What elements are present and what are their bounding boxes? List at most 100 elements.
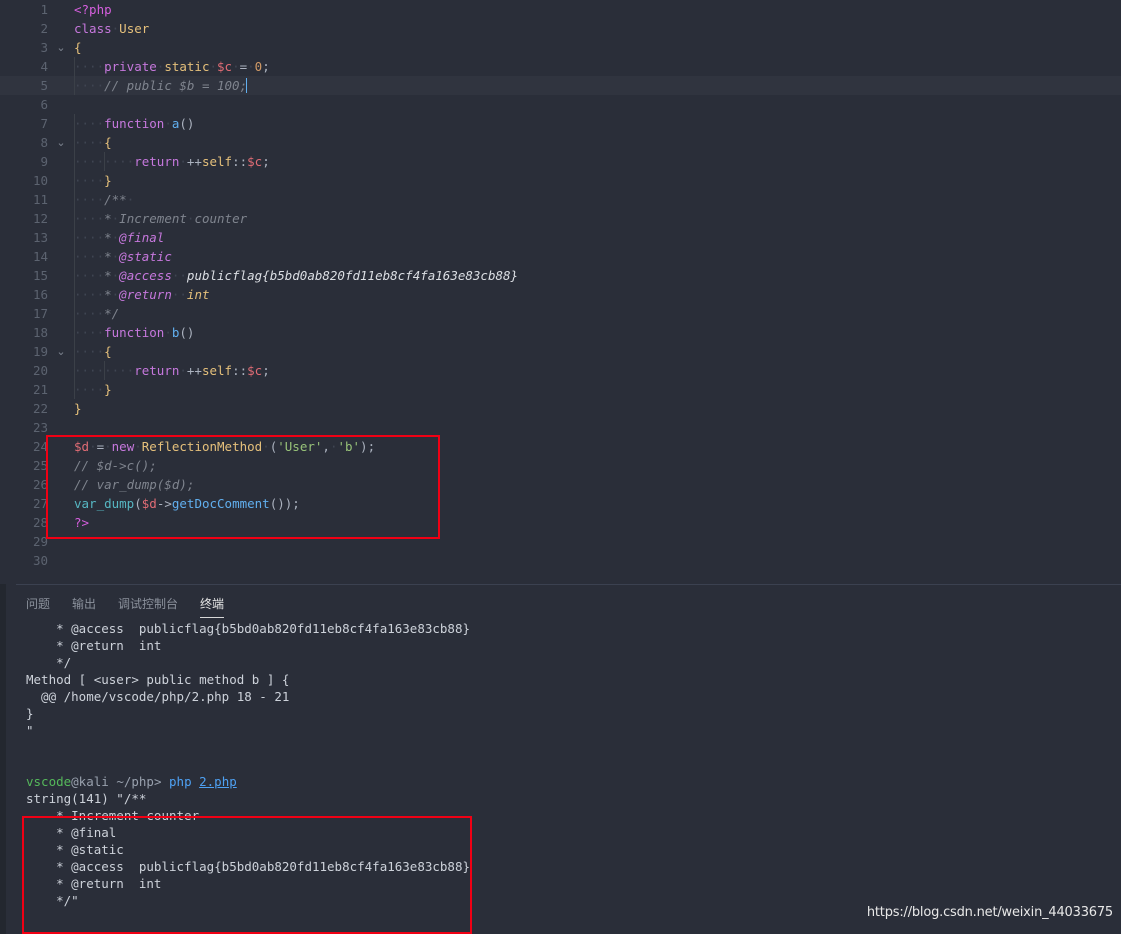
code-line-19[interactable]: 19 ⌄ ····{ [0, 342, 1121, 361]
code-line-21[interactable]: 21 ····} [0, 380, 1121, 399]
panel-divider[interactable] [16, 584, 1121, 585]
terminal-text: */ [26, 655, 72, 670]
code-line-23[interactable]: 23 [0, 418, 1121, 437]
code-line-3[interactable]: 3 ⌄ { [0, 38, 1121, 57]
panel-tab-0[interactable]: 问题 [26, 595, 50, 618]
terminal-text: php [169, 774, 192, 789]
code-line-16[interactable]: 16 ····*·@return··int [0, 285, 1121, 304]
code-token: () [179, 116, 195, 131]
terminal-text: * @static [26, 842, 124, 857]
code-line-8[interactable]: 8 ⌄ ····{ [0, 133, 1121, 152]
code-editor[interactable]: 1 <?php 2 class·User 3 ⌄{4 ····private·static·… [0, 0, 1121, 584]
code-text: $d·=·new·ReflectionMethod·('User',·'b'); [74, 437, 375, 456]
terminal-output[interactable]: * @access publicflag{b5bd0ab820fd11eb8cf… [0, 620, 1121, 934]
panel-tab-bar: 问题 输出 调试控制台 终端 [26, 595, 225, 618]
code-text: ?> [74, 513, 89, 532]
panel-tab-1[interactable]: 输出 [72, 595, 96, 618]
code-line-11[interactable]: 11 ····/**· [0, 190, 1121, 209]
code-token: () [179, 325, 195, 340]
code-token: publicflag{b5bd0ab820fd11eb8cf4fa163e83c… [186, 268, 519, 283]
code-line-13[interactable]: 13 ····*·@final [0, 228, 1121, 247]
line-number: 25 [32, 458, 48, 473]
code-token: // var_dump($d); [74, 477, 195, 492]
line-number: 23 [32, 420, 48, 435]
chevron-down-icon[interactable]: ⌄ [54, 38, 68, 57]
code-line-9[interactable]: 9 ········return·++self::$c; [0, 152, 1121, 171]
code-text: ····*·@static [74, 247, 172, 266]
code-text: } [74, 399, 82, 418]
code-line-14[interactable]: 14 ····*·@static [0, 247, 1121, 266]
code-text: ····} [74, 171, 112, 190]
code-token: // $d->c(); [74, 458, 157, 473]
code-token: ···· [74, 59, 105, 74]
terminal-text: * Increment counter [26, 808, 200, 823]
line-number: 30 [32, 553, 48, 568]
code-line-2[interactable]: 2 class·User [0, 19, 1121, 38]
code-line-20[interactable]: 20 ········return·++self::$c; [0, 361, 1121, 380]
code-line-10[interactable]: 10 ····} [0, 171, 1121, 190]
terminal-text: @@ /home/vscode/php/2.php 18 - 21 [26, 689, 290, 704]
code-line-22[interactable]: 22} [0, 399, 1121, 418]
code-line-24[interactable]: 24 $d·=·new·ReflectionMethod·('User',·'b'… [0, 437, 1121, 456]
code-token: ?> [74, 515, 90, 530]
code-text: ····function·b() [74, 323, 194, 342]
code-token: ); [360, 439, 376, 454]
code-token: function [104, 325, 165, 340]
code-text: ····*·@access··publicflag{b5bd0ab820fd11… [74, 266, 518, 285]
code-token: self [201, 154, 233, 169]
line-number: 10 [32, 173, 48, 188]
code-line-5[interactable]: 5 ····// public $b = 100; [0, 76, 1121, 95]
code-token: · [262, 439, 270, 454]
code-token: ···· [74, 173, 105, 188]
code-token: <?php [74, 2, 112, 17]
code-token: * [104, 211, 112, 226]
code-line-25[interactable]: 25 // $d->c(); [0, 456, 1121, 475]
terminal-text: vscode [26, 774, 72, 789]
code-line-18[interactable]: 18 ····function·b() [0, 323, 1121, 342]
code-text: ········return·++self::$c; [74, 361, 270, 380]
code-line-1[interactable]: 1 <?php [0, 0, 1121, 19]
code-token: return [134, 363, 180, 378]
terminal-text: string(141) "/** [26, 791, 147, 806]
panel-tab-3[interactable]: 终端 [200, 595, 225, 618]
bottom-panel: 问题 输出 调试控制台 终端 * @access publicflag{b5bd0ab… [0, 584, 1121, 934]
line-number: 13 [32, 230, 48, 245]
code-text: ····*·Increment·counter [74, 209, 247, 228]
code-line-29[interactable]: 29 [0, 532, 1121, 551]
code-line-17[interactable]: 17 ····*/ [0, 304, 1121, 323]
chevron-down-icon[interactable]: ⌄ [54, 133, 68, 152]
code-token: · [134, 439, 142, 454]
panel-tab-2[interactable]: 调试控制台 [118, 595, 178, 618]
vscode-window: 1 <?php 2 class·User 3 ⌄{4 ····private·static·… [0, 0, 1121, 934]
terminal-text: * @return int [26, 876, 162, 891]
code-token: · [247, 59, 255, 74]
code-token: * [104, 230, 112, 245]
code-token: getDocComment [171, 496, 270, 511]
code-token: * [104, 249, 112, 264]
code-token: ; [262, 154, 270, 169]
code-line-7[interactable]: 7 ····function·a() [0, 114, 1121, 133]
code-token: new [111, 439, 135, 454]
terminal-line-1: * @return int [0, 637, 1121, 654]
code-line-12[interactable]: 12 ····*·Increment·counter [0, 209, 1121, 228]
code-line-26[interactable]: 26 // var_dump($d); [0, 475, 1121, 494]
line-number: 1 [40, 2, 48, 17]
code-token: ········ [74, 154, 135, 169]
code-line-15[interactable]: 15 ····*·@access··publicflag{b5bd0ab820fd… [0, 266, 1121, 285]
terminal-text[interactable]: 2.php [199, 774, 237, 789]
code-text: var_dump($d->getDocComment()); [74, 494, 300, 513]
code-line-28[interactable]: 28 ?> [0, 513, 1121, 532]
code-token: int [186, 287, 210, 302]
terminal-line-13: * @static [0, 841, 1121, 858]
code-line-6[interactable]: 6 [0, 95, 1121, 114]
chevron-down-icon[interactable]: ⌄ [54, 342, 68, 361]
code-token: */ [104, 306, 120, 321]
code-text: ····*/ [74, 304, 119, 323]
code-token: ···· [74, 135, 105, 150]
code-line-4[interactable]: 4 ····private·static·$c·=·0; [0, 57, 1121, 76]
code-line-27[interactable]: 27 var_dump($d->getDocComment()); [0, 494, 1121, 513]
line-number: 7 [40, 116, 48, 131]
code-token: ···· [74, 78, 105, 93]
code-line-30[interactable]: 30 [0, 551, 1121, 570]
code-token: = [239, 59, 248, 74]
